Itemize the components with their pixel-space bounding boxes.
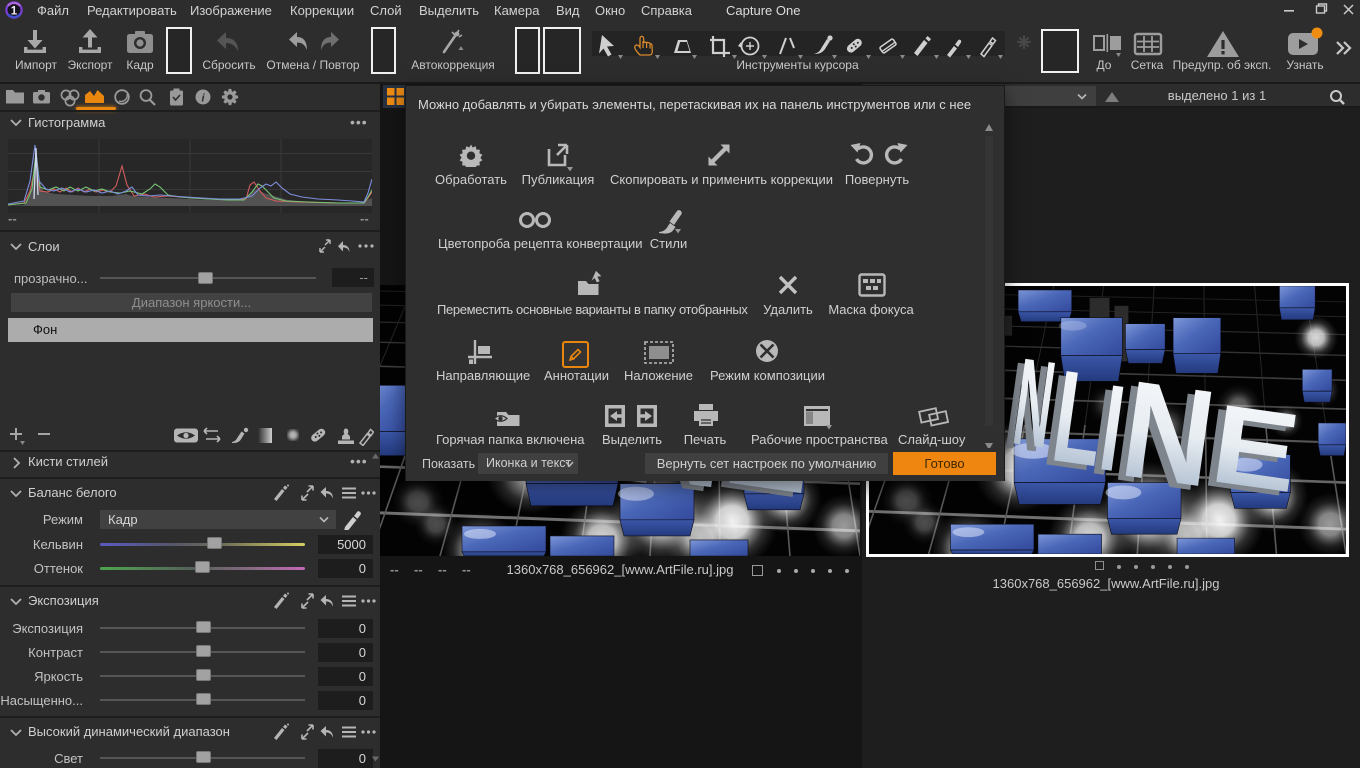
svg-text:1: 1 [11, 5, 18, 17]
